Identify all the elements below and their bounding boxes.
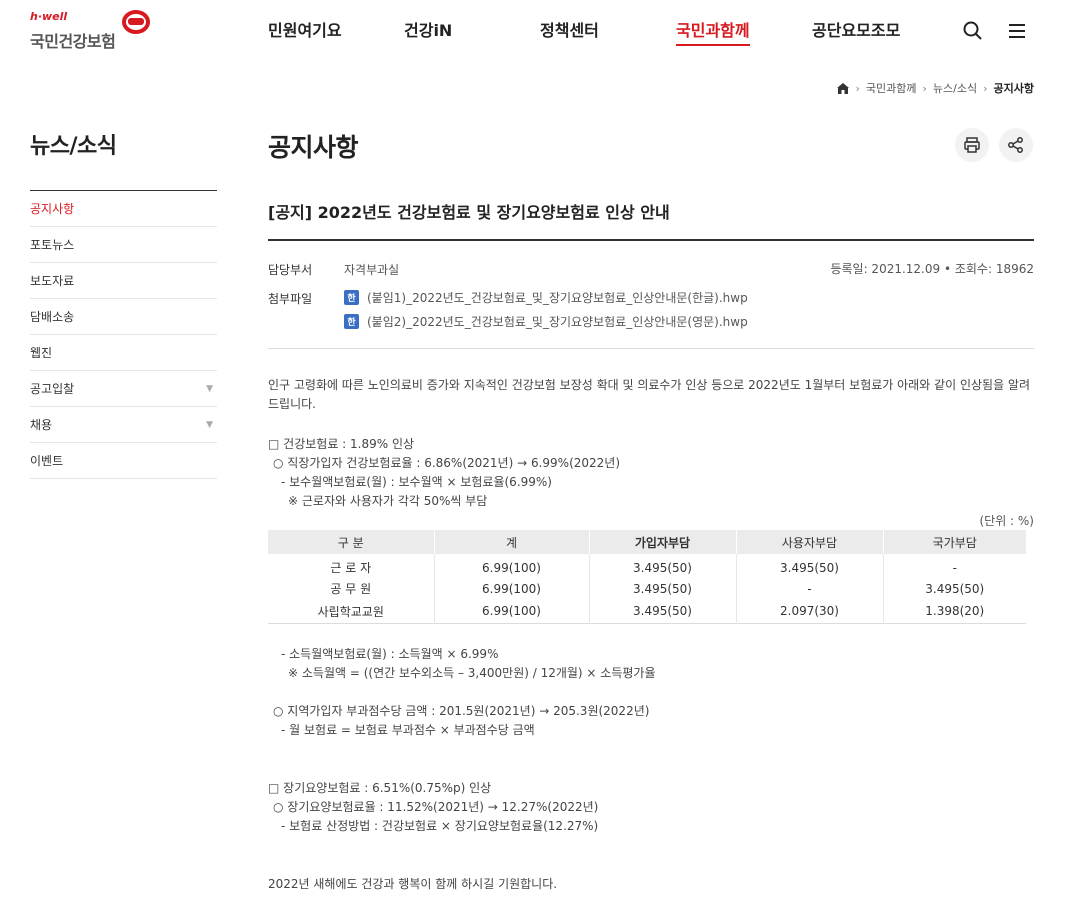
menu-icon[interactable] [1006, 20, 1028, 42]
sidebar-item-label: 공고입찰 [30, 382, 75, 396]
gnb-item-civil[interactable]: 민원여기요 [268, 20, 342, 46]
income-line: - 소득월액보험료(월) : 소득월액 × 6.99% [281, 647, 499, 661]
table-cell: 3.495(50) [589, 577, 737, 600]
sidebar-item-webzine[interactable]: 웹진 [30, 335, 217, 371]
breadcrumb-current: 공지사항 [993, 82, 1034, 95]
health-line: ○ 직장가입자 건강보험료율 : 6.86%(2021년) → 6.99%(20… [273, 456, 621, 470]
divider [268, 239, 1034, 241]
region-line: ○ 지역가입자 부과점수당 금액 : 201.5원(2021년) → 205.3… [273, 704, 650, 718]
sidebar-item-notice[interactable]: 공지사항 [30, 191, 217, 227]
sidebar-nav: 공지사항 포토뉴스 보도자료 담배소송 웹진 공고입찰 ▼ 채용 ▼ 이벤트 [30, 190, 217, 479]
attachment-link[interactable]: 한 (붙임1)_2022년도_건강보험료_및_장기요양보험료_인상안내문(한글)… [344, 289, 748, 306]
table-header: 사용자부담 [736, 530, 884, 554]
table-header: 구 분 [268, 530, 435, 554]
logo-subtext: h·well [30, 10, 68, 23]
closing-text: 2022년 새해에도 건강과 행복이 함께 하시길 기원합니다. [268, 877, 558, 891]
share-button[interactable] [999, 128, 1033, 162]
table-cell: 1.398(20) [925, 604, 985, 619]
share-icon [1008, 137, 1023, 153]
divider [268, 348, 1034, 349]
print-button[interactable] [955, 128, 989, 162]
table-header: 가입자부담 [589, 530, 737, 554]
table-cell: 사립학교교원 [268, 600, 435, 623]
chevron-down-icon: ▼ [206, 420, 213, 430]
chevron-right-icon: › [922, 81, 927, 95]
table-cell: 3.495(50) [925, 581, 985, 596]
region-line: - 월 보험료 = 보험료 부과점수 × 부과점수당 금액 [281, 723, 535, 737]
chevron-down-icon: ▼ [206, 384, 213, 394]
sidebar-item-recruit[interactable]: 채용 ▼ [30, 407, 217, 443]
table-row: 공 무 원 6.99(100) 3.495(50) - 3.495(50) [268, 577, 1026, 600]
table-cell: 6.99(100) [434, 577, 590, 600]
chevron-right-icon: › [855, 81, 860, 95]
gnb-item-policy[interactable]: 정책센터 [540, 20, 599, 46]
table-header: 계 [434, 530, 590, 554]
table-cell: - [736, 577, 884, 600]
table-header: 국가부담 [883, 530, 1026, 554]
post-reg-info: 등록일: 2021.12.09 • 조회수: 18962 [830, 262, 1034, 276]
health-heading: □ 건강보험료 : 1.89% 인상 [268, 437, 415, 451]
table-row: 사립학교교원 6.99(100) 3.495(50) 2.097(30) 1.3… [268, 600, 1026, 623]
contribution-table: 구 분 계 가입자부담 사용자부담 국가부담 근 로 자 6.99(100) 3… [268, 530, 1026, 624]
attachment-filename: (붙임1)_2022년도_건강보험료_및_장기요양보험료_인상안내문(한글).h… [367, 291, 748, 305]
table-cell: 3.495(50) [736, 554, 884, 577]
sidebar-item-event[interactable]: 이벤트 [30, 443, 217, 479]
logo-text: 국민건강보험 [30, 32, 116, 51]
attachment-link[interactable]: 한 (붙임2)_2022년도_건강보험료_및_장기요양보험료_인상안내문(영문)… [344, 313, 748, 330]
income-note: ※ 소득월액 = ((연간 보수외소득 – 3,400만원) / 12개월) ×… [288, 666, 656, 680]
sidebar-item-press[interactable]: 보도자료 [30, 263, 217, 299]
hwp-file-icon: 한 [344, 290, 359, 305]
table-cell: - [952, 560, 957, 575]
search-icon[interactable] [962, 20, 984, 42]
breadcrumb-item[interactable]: 국민과함께 [866, 80, 917, 96]
hwp-file-icon: 한 [344, 314, 359, 329]
sidebar-item-photo-news[interactable]: 포토뉴스 [30, 227, 217, 263]
sidebar-item-tobacco-suit[interactable]: 담배소송 [30, 299, 217, 335]
health-line: - 보수월액보험료(월) : 보수월액 × 보험료율(6.99%) [281, 475, 552, 489]
dept-label: 담당부서 [268, 263, 313, 277]
breadcrumb: › 국민과함께 › 뉴스/소식 › 공지사항 [836, 80, 1034, 96]
sidebar-item-label: 채용 [30, 418, 53, 432]
table-cell: 6.99(100) [434, 554, 590, 577]
table-cell: 3.495(50) [589, 554, 737, 577]
print-icon [964, 137, 980, 153]
home-icon[interactable] [836, 82, 850, 95]
table-row: 근 로 자 6.99(100) 3.495(50) 3.495(50) - [268, 554, 1026, 577]
intro-text: 인구 고령화에 따른 노인의료비 증가와 지속적인 건강보험 보장성 확대 및 … [268, 378, 1031, 411]
table-header-row: 구 분 계 가입자부담 사용자부담 국가부담 [268, 530, 1026, 554]
ltc-line: ○ 장기요양보험료율 : 11.52%(2021년) → 12.27%(2022… [273, 800, 599, 814]
site-logo[interactable]: h·well 국민건강보험 [30, 10, 160, 54]
gnb-item-with-people[interactable]: 국민과함께 [676, 20, 750, 46]
table-cell: 3.495(50) [589, 600, 737, 623]
table-cell: 2.097(30) [736, 600, 884, 623]
ltc-heading: □ 장기요양보험료 : 6.51%(0.75%p) 인상 [268, 781, 492, 795]
breadcrumb-item[interactable]: 뉴스/소식 [933, 80, 977, 96]
dept-value: 자격부과실 [344, 263, 400, 277]
table-cell: 6.99(100) [434, 600, 590, 623]
sidebar-title: 뉴스/소식 [30, 134, 117, 159]
post-title: [공지] 2022년도 건강보험료 및 장기요양보험료 인상 안내 [268, 203, 670, 222]
table-cell: 공 무 원 [268, 577, 435, 600]
gnb-item-about[interactable]: 공단요모조모 [812, 20, 900, 46]
health-note: ※ 근로자와 사용자가 각각 50%씩 부담 [288, 494, 488, 508]
chevron-right-icon: › [983, 81, 988, 95]
attach-label: 첨부파일 [268, 292, 313, 306]
attachment-filename: (붙임2)_2022년도_건강보험료_및_장기요양보험료_인상안내문(영문).h… [367, 315, 748, 329]
logo-mark-icon [122, 10, 150, 34]
sidebar-item-bids[interactable]: 공고입찰 ▼ [30, 371, 217, 407]
page-title: 공지사항 [268, 133, 359, 162]
unit-label: (단위 : %) [979, 514, 1034, 528]
gnb-item-health-in[interactable]: 건강iN [404, 20, 452, 46]
table-cell: 근 로 자 [268, 554, 435, 577]
ltc-line: - 보험료 산정방법 : 건강보험료 × 장기요양보험료율(12.27%) [281, 819, 599, 833]
